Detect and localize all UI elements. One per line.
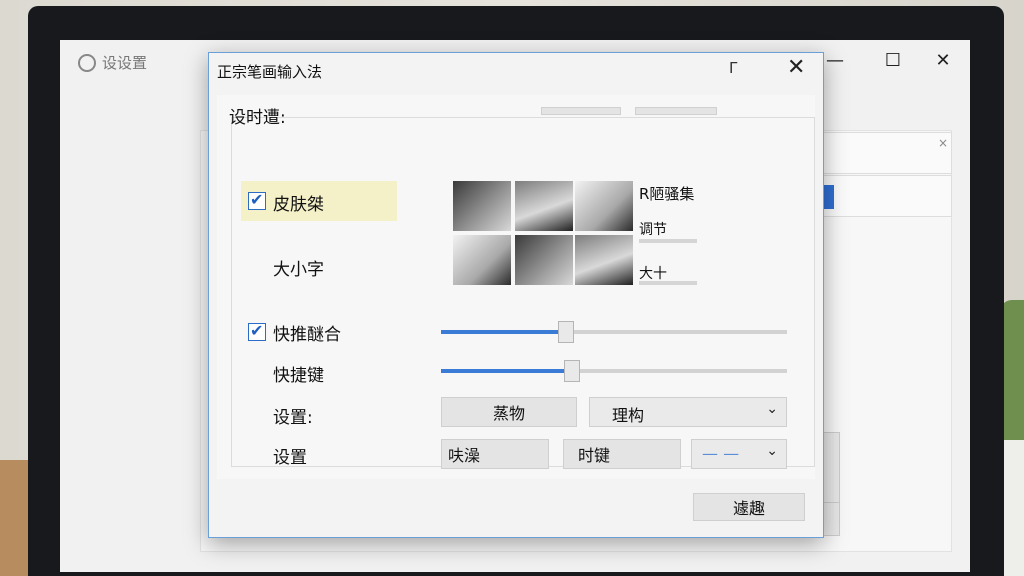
background-minimize-button[interactable]: — — [820, 50, 850, 71]
shortcut-combo-slider[interactable] — [441, 321, 787, 343]
setting2-select[interactable]: — — ⌄ — [691, 439, 787, 469]
ok-button[interactable]: 遽趣 — [693, 493, 805, 521]
preview-adjust-label: 调节 — [639, 222, 667, 238]
shortcut-combo-label: 快推醚合 — [273, 325, 341, 345]
skin-thumbnail[interactable] — [575, 181, 633, 231]
background-panel-close-icon[interactable]: × — [938, 136, 948, 150]
skin-checkbox[interactable] — [248, 190, 266, 210]
search-icon — [78, 53, 96, 72]
chevron-down-icon: ⌄ — [766, 401, 778, 417]
tab-stub[interactable] — [541, 107, 621, 115]
background-maximize-button[interactable]: ☐ — [878, 50, 908, 71]
setting1-label: 设置: — [273, 408, 313, 428]
setting1-button[interactable]: 蒸物 — [441, 397, 577, 427]
skin-thumbnail[interactable] — [453, 181, 511, 231]
setting1-select[interactable]: 理构 ⌄ — [589, 397, 787, 427]
background-close-button[interactable]: ✕ — [928, 50, 958, 71]
skin-thumbnail[interactable] — [515, 181, 573, 231]
dialog-content: 设时遭: 皮肤桀 大小字 R陋骚集 调节 大十 快推醚合 快捷键 — [217, 95, 815, 479]
background-window-title: 设设置 — [78, 52, 147, 73]
setting2-input[interactable]: 呋澡 — [441, 439, 549, 469]
skin-label: 皮肤桀 — [273, 195, 324, 215]
dialog-close-button[interactable]: ✕ — [787, 55, 805, 80]
background-window-title-text: 设设置 — [102, 54, 148, 72]
chevron-down-icon: ⌄ — [766, 443, 778, 459]
skin-thumbnail[interactable] — [453, 235, 511, 285]
dialog-maximize-button[interactable]: Γ — [729, 59, 737, 77]
slider-thumb[interactable] — [564, 360, 581, 382]
size-label: 大小字 — [273, 260, 324, 280]
setting2-label: 设置 — [273, 448, 307, 468]
ime-settings-dialog: 正宗笔画输入法 Γ ✕ 设时遭: 皮肤桀 大小字 R陋骚集 调节 大十 快推醚合 — [208, 52, 824, 538]
tab-stub[interactable] — [635, 107, 717, 115]
dialog-title: 正宗笔画输入法 — [217, 63, 323, 81]
group-label: 设时遭: — [229, 108, 286, 128]
background-strip — [820, 175, 952, 217]
setting1-select-value: 理构 — [612, 406, 645, 425]
setting2-button[interactable]: 时键 — [563, 439, 681, 469]
preview-adjust-bar — [639, 239, 697, 243]
background-strip — [820, 132, 952, 174]
preview-size-label: 大十 — [639, 266, 667, 282]
setting2-select-value: — — — [702, 444, 740, 463]
skin-thumbnail[interactable] — [575, 235, 633, 285]
shortcut-combo-checkbox[interactable] — [248, 321, 266, 341]
shortcut-key-slider[interactable] — [441, 360, 787, 382]
preview-title: R陋骚集 — [639, 185, 695, 203]
preview-size-bar — [639, 281, 697, 285]
slider-fill — [441, 369, 573, 373]
slider-fill — [441, 330, 566, 334]
shortcut-key-label: 快捷键 — [273, 366, 324, 386]
setting2-input-label: 呋澡 — [448, 446, 481, 465]
skin-thumbnail[interactable] — [515, 235, 573, 285]
slider-thumb[interactable] — [557, 321, 574, 343]
